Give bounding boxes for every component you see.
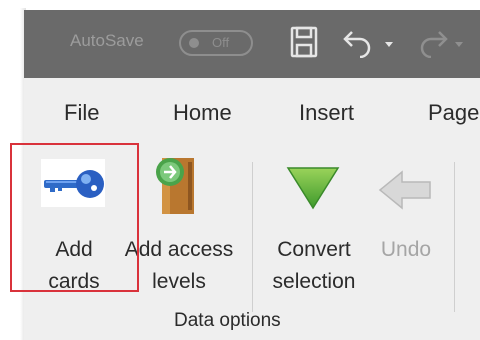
ribbon-tabs: File Home Insert Page [24,78,480,142]
left-arrow-icon [378,170,431,210]
tab-home[interactable]: Home [173,100,232,126]
tab-insert[interactable]: Insert [299,100,354,126]
convert-selection-label-1: Convert [277,238,351,261]
tab-page[interactable]: Page [428,100,479,126]
door-icon [156,158,194,214]
autosave-state: Off [212,35,230,50]
redo-icon [420,31,448,58]
undo-icon[interactable] [342,26,374,58]
title-bar: AutoSave Off [24,10,480,78]
tab-file[interactable]: File [64,100,99,126]
down-arrow-icon [286,167,340,210]
save-icon[interactable] [290,26,318,58]
chevron-down-icon [455,42,463,47]
convert-selection-label-2: selection [272,270,356,293]
group-label-data-options: Data options [174,310,281,331]
undo-button[interactable]: Undo [368,150,444,300]
group-separator [252,162,253,312]
toggle-knob [189,38,199,48]
group-separator [454,162,455,312]
chevron-down-icon[interactable] [384,34,394,54]
undo-label: Undo [380,238,432,261]
autosave-label: AutoSave [70,31,144,50]
autosave-toggle[interactable]: Off [179,30,253,56]
convert-selection-button[interactable]: Convert selection [262,150,366,300]
highlight-box [10,143,139,292]
